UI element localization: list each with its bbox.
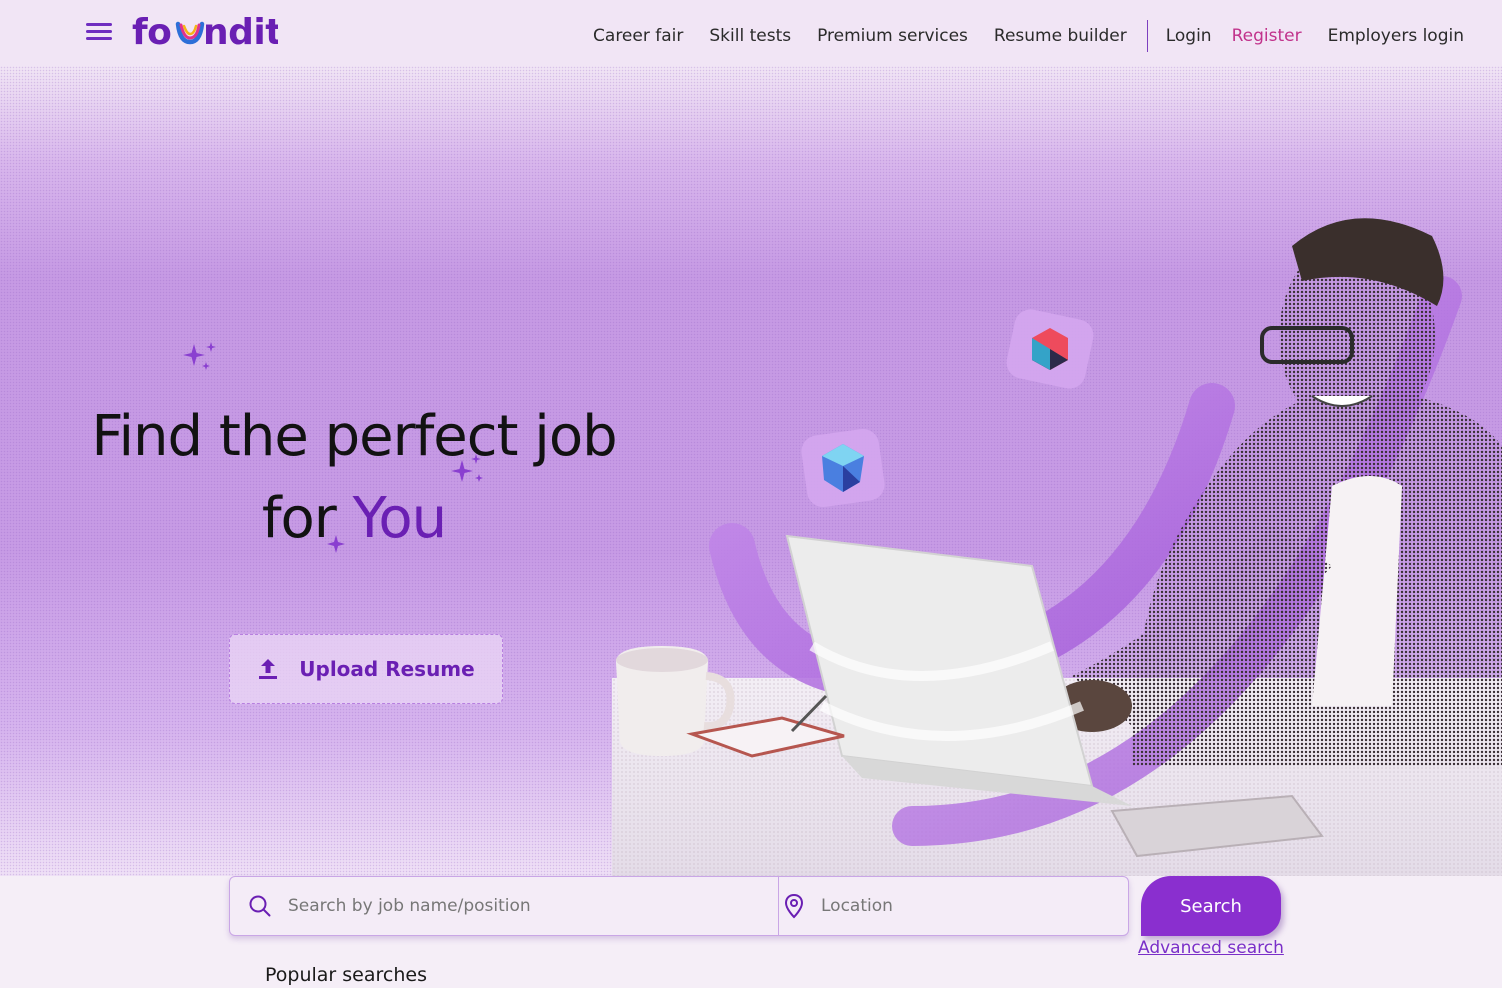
- search-bar: [229, 876, 1129, 936]
- headline-for: for: [261, 486, 353, 551]
- headline-you: You: [352, 486, 448, 551]
- page: fo ndit Career fair Skill tests Premium …: [0, 0, 1502, 988]
- headline-line-1: Find the perfect job: [91, 404, 617, 469]
- nav-divider: [1146, 20, 1148, 52]
- hamburger-menu-icon[interactable]: [86, 20, 112, 42]
- top-nav: Career fair Skill tests Premium services…: [567, 20, 1464, 52]
- nav-career-fair[interactable]: Career fair: [593, 24, 683, 48]
- search-button[interactable]: Search: [1141, 876, 1281, 936]
- location-pin-icon: [783, 893, 805, 919]
- hero-illustration: [612, 218, 1502, 876]
- nav-employers-login[interactable]: Employers login: [1328, 24, 1464, 48]
- advanced-search-link[interactable]: Advanced search: [1138, 938, 1284, 958]
- upload-icon: [257, 657, 279, 681]
- search-icon: [248, 894, 272, 918]
- search-section: Search Advanced search Popular searches: [0, 876, 1502, 988]
- foundit-logo-mark: fo ndit: [132, 12, 283, 53]
- location-input[interactable]: [819, 895, 1128, 917]
- nav-resume-builder[interactable]: Resume builder: [994, 24, 1127, 48]
- headline-line-2: for You: [84, 478, 624, 560]
- svg-text:ndit: ndit: [203, 12, 278, 53]
- nav-login[interactable]: Login: [1166, 24, 1212, 48]
- nav-premium-services[interactable]: Premium services: [817, 24, 968, 48]
- popular-searches-heading: Popular searches: [265, 964, 427, 986]
- sparkle-icon: [183, 342, 216, 370]
- foundit-logo[interactable]: fo ndit: [132, 8, 283, 66]
- floating-app-tile: [801, 428, 885, 508]
- hero-headline: Find the perfect job for You: [84, 396, 624, 560]
- nav-register[interactable]: Register: [1232, 24, 1302, 48]
- upload-resume-label: Upload Resume: [299, 657, 475, 681]
- upload-resume-button[interactable]: Upload Resume: [229, 634, 503, 704]
- job-search-field: [230, 877, 779, 935]
- nav-skill-tests[interactable]: Skill tests: [709, 24, 791, 48]
- location-field: [779, 877, 1128, 935]
- top-header: fo ndit Career fair Skill tests Premium …: [0, 0, 1502, 66]
- floating-app-tile: [1006, 309, 1094, 389]
- svg-text:fo: fo: [132, 12, 171, 53]
- job-search-input[interactable]: [286, 895, 778, 917]
